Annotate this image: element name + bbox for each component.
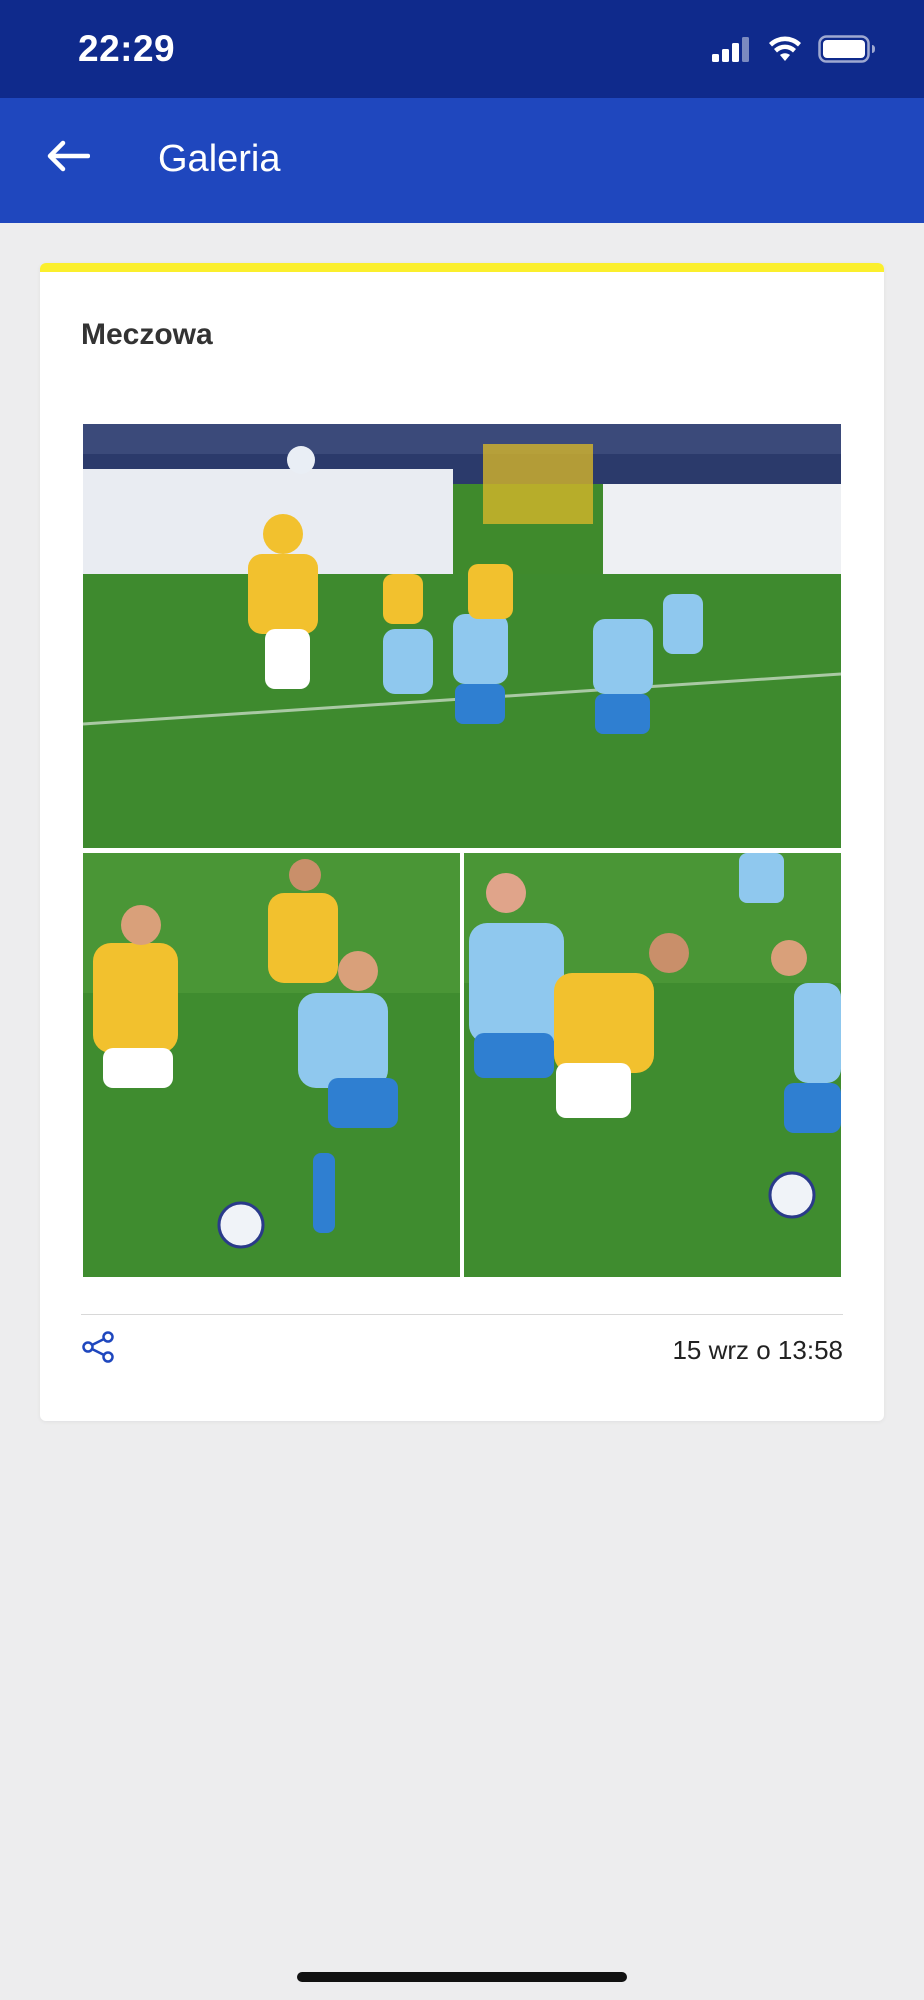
card-divider	[81, 1314, 843, 1315]
match-photo-dribble[interactable]	[464, 853, 841, 1277]
gallery-title: Meczowa	[81, 318, 213, 351]
post-timestamp: 15 wrz o 13:58	[672, 1335, 843, 1365]
share-button[interactable]	[78, 1329, 118, 1369]
status-icons	[712, 34, 876, 68]
home-indicator[interactable]	[297, 1972, 627, 1982]
page-title: Galeria	[158, 138, 281, 180]
back-button[interactable]	[40, 130, 96, 186]
match-photo-header[interactable]	[83, 424, 841, 848]
signal-icon	[712, 36, 752, 67]
card-accent-bar	[40, 263, 884, 272]
battery-icon	[818, 34, 876, 68]
gallery-card[interactable]: Meczowa 15 wrz o 13:58	[40, 263, 884, 1421]
share-icon	[81, 1330, 115, 1368]
wifi-icon	[768, 36, 802, 67]
status-bar: 22:29	[0, 0, 924, 98]
arrow-left-icon	[46, 140, 91, 177]
app-bar: Galeria	[0, 98, 924, 223]
status-time: 22:29	[78, 28, 176, 69]
match-photo-tackle[interactable]	[83, 853, 460, 1277]
